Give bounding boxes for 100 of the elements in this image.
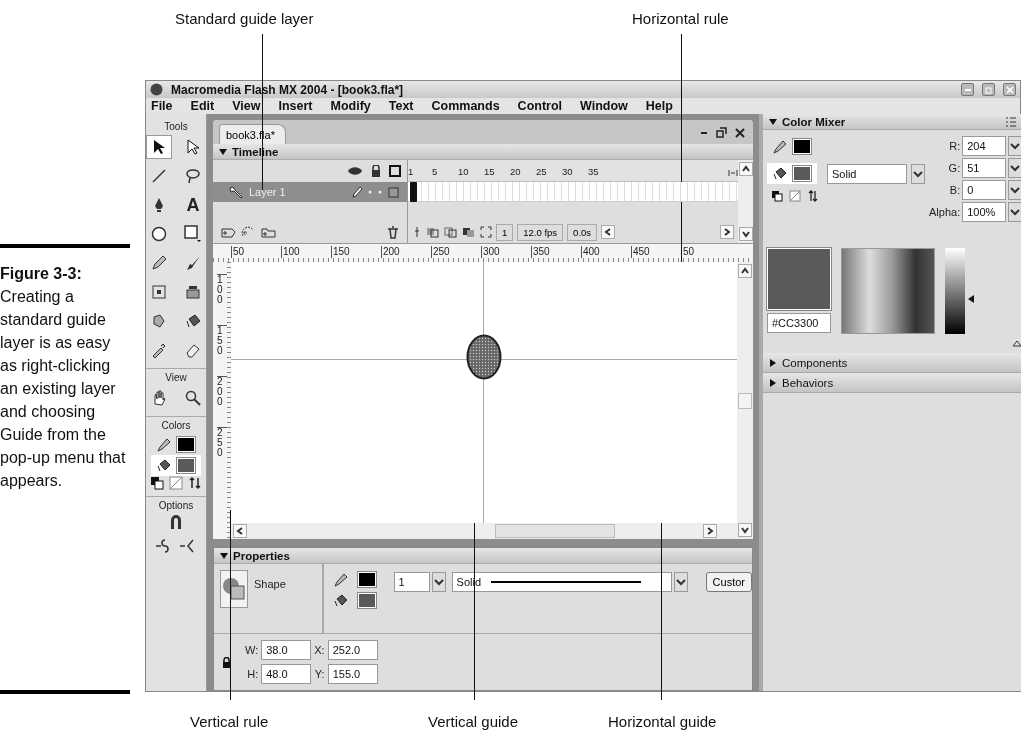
minimize-button[interactable]: [961, 83, 974, 96]
dropdown-button[interactable]: [1008, 158, 1021, 178]
frame-number: 35: [588, 166, 600, 177]
frame-view-menu-icon: [728, 169, 738, 177]
channel-label: B:: [948, 184, 961, 196]
trash-icon: [387, 225, 399, 239]
dropdown-button[interactable]: [1008, 202, 1021, 222]
color-mixer-title: Color Mixer: [782, 115, 846, 128]
eyedropper-icon: [151, 342, 167, 358]
swap-arrows-icon: [188, 476, 202, 490]
dimension-field[interactable]: 252.0: [327, 640, 378, 660]
menu-item[interactable]: Text: [388, 99, 414, 113]
menu-item[interactable]: File: [151, 99, 173, 113]
scrollbar-thumb[interactable]: [738, 392, 752, 409]
ruler-label: 100: [281, 246, 331, 258]
dropdown-button[interactable]: [673, 572, 688, 592]
menu-item[interactable]: View: [232, 99, 261, 113]
channel-field[interactable]: 0: [962, 180, 1007, 200]
eye-icon: [347, 166, 363, 176]
fill-type-select[interactable]: Solid: [827, 163, 907, 184]
paint-bucket-icon: [157, 458, 171, 473]
onion-outline-icon: [444, 226, 458, 238]
fill-color-swatch[interactable]: [357, 593, 376, 608]
paint-bucket-icon: [773, 166, 787, 181]
custom-button[interactable]: Custor: [705, 572, 752, 592]
expanded-triangle-icon[interactable]: [220, 551, 228, 560]
panel-title[interactable]: Behaviors: [782, 376, 834, 389]
menu-item[interactable]: Help: [645, 99, 673, 113]
frame-cells[interactable]: [408, 182, 738, 202]
callout-label: Horizontal rule: [632, 10, 729, 27]
slider-pointer-icon[interactable]: [968, 294, 974, 303]
menu-item[interactable]: Modify: [330, 99, 371, 113]
hand-icon: [151, 390, 167, 406]
pencil-icon: [333, 572, 348, 587]
collapsed-triangle-icon[interactable]: [769, 358, 777, 367]
panel-title[interactable]: Components: [782, 356, 848, 369]
channel-field[interactable]: 204: [962, 136, 1007, 156]
dropdown-button[interactable]: [911, 163, 925, 184]
frame-number: 15: [484, 166, 496, 177]
ruler-label: 300: [481, 246, 531, 258]
scroll-right-button[interactable]: [720, 225, 734, 239]
onion-markers-icon: [480, 226, 492, 238]
restore-button[interactable]: [982, 83, 995, 96]
restore-icon: [984, 85, 993, 94]
collapsed-triangle-icon[interactable]: [769, 378, 777, 387]
dropdown-button[interactable]: [1008, 180, 1021, 200]
chevron-right-icon: [706, 527, 714, 535]
dropdown-button[interactable]: [1008, 136, 1021, 156]
hex-field[interactable]: #CC3300: [767, 313, 831, 333]
app-logo-icon: [150, 83, 163, 96]
scroll-down-button[interactable]: [738, 523, 752, 537]
stroke-color-swatch[interactable]: [357, 572, 376, 587]
frame-number: 1: [408, 166, 415, 177]
channel-label: R:: [948, 140, 961, 152]
dimension-label: X:: [314, 644, 325, 656]
edit-multiple-frames-icon: [462, 226, 476, 238]
scroll-left-button[interactable]: [233, 524, 247, 538]
dimension-field[interactable]: 38.0: [261, 640, 312, 660]
scroll-up-button[interactable]: [738, 162, 753, 176]
frame-number: 25: [536, 166, 548, 177]
menu-item[interactable]: Edit: [190, 99, 215, 113]
frame-number: 5: [432, 166, 439, 177]
channel-field[interactable]: 51: [962, 158, 1007, 178]
paint-bucket-icon: [333, 593, 348, 608]
close-button[interactable]: [1003, 83, 1016, 96]
chevron-up-icon: [741, 267, 749, 275]
stroke-color-swatch[interactable]: [177, 437, 195, 452]
scroll-left-button[interactable]: [601, 225, 616, 239]
stroke-height-field[interactable]: 1: [393, 572, 430, 592]
menu-item[interactable]: Control: [517, 99, 563, 113]
brightness-slider[interactable]: [945, 248, 975, 334]
scroll-right-button[interactable]: [703, 524, 717, 538]
dropdown-button[interactable]: [431, 572, 446, 592]
menu-item[interactable]: Window: [580, 99, 628, 113]
callout-label: Standard guide layer: [175, 10, 314, 27]
color-spectrum[interactable]: [841, 248, 935, 334]
dimension-field[interactable]: 48.0: [261, 664, 312, 684]
ellipse-shape: [466, 334, 502, 380]
menu-item[interactable]: Insert: [278, 99, 313, 113]
minimize-icon: [700, 131, 708, 134]
expanded-triangle-icon[interactable]: [219, 147, 227, 156]
expanded-triangle-icon[interactable]: [769, 117, 777, 126]
menu-item[interactable]: Commands: [431, 99, 500, 113]
eraser-icon: [185, 342, 201, 358]
properties-title: Properties: [233, 549, 290, 562]
tool-button[interactable]: A: [180, 193, 206, 217]
scroll-down-button[interactable]: [738, 227, 753, 241]
gradient-tool-icon: [185, 284, 201, 300]
callout-label: Vertical guide: [428, 713, 519, 730]
tool-button[interactable]: [146, 135, 172, 159]
dimension-field[interactable]: 155.0: [327, 664, 378, 684]
ruler-label: 50: [681, 246, 693, 258]
keyframe-marker[interactable]: [410, 182, 417, 202]
fill-color-swatch[interactable]: [177, 458, 195, 473]
stroke-color-swatch[interactable]: [793, 139, 811, 154]
scrollbar-thumb[interactable]: [495, 524, 615, 538]
scroll-up-button[interactable]: [738, 264, 752, 278]
fill-color-swatch[interactable]: [793, 166, 811, 181]
ruler-label: 250: [431, 246, 481, 258]
channel-field[interactable]: 100%: [962, 202, 1007, 222]
